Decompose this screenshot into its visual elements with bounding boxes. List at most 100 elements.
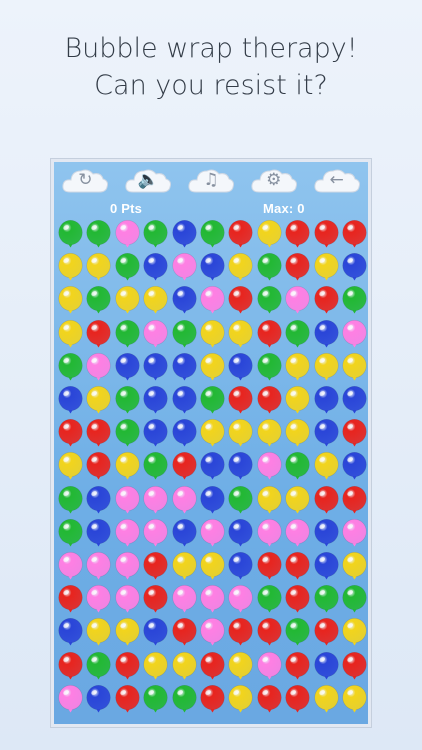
back-button[interactable]: ← — [312, 165, 362, 195]
balloon-blue[interactable] — [143, 618, 168, 646]
balloon-blue[interactable] — [313, 386, 339, 414]
balloon-yellow[interactable] — [313, 253, 339, 281]
balloon-green[interactable] — [143, 684, 168, 713]
balloon-yellow[interactable] — [313, 452, 339, 480]
balloon-yellow[interactable] — [115, 286, 140, 314]
balloon-red[interactable] — [58, 651, 83, 680]
balloon-pink[interactable] — [115, 518, 140, 547]
balloon-red[interactable] — [285, 253, 310, 281]
balloon-green[interactable] — [58, 518, 83, 547]
balloon-green[interactable] — [200, 220, 225, 248]
balloon-green[interactable] — [115, 386, 140, 414]
balloon-yellow[interactable] — [342, 352, 367, 381]
balloon-yellow[interactable] — [143, 286, 168, 314]
balloon-green[interactable] — [143, 452, 168, 480]
balloon-blue[interactable] — [313, 518, 339, 547]
balloon-blue[interactable] — [143, 419, 168, 447]
balloon-blue[interactable] — [171, 419, 197, 447]
balloon-yellow[interactable] — [200, 352, 225, 381]
balloon-blue[interactable] — [228, 452, 253, 480]
balloon-red[interactable] — [285, 585, 310, 613]
balloon-pink[interactable] — [200, 518, 225, 547]
balloon-pink[interactable] — [257, 452, 282, 480]
balloon-blue[interactable] — [143, 352, 168, 381]
balloon-pink[interactable] — [86, 552, 111, 580]
balloon-green[interactable] — [171, 319, 197, 348]
balloon-yellow[interactable] — [257, 419, 282, 447]
balloon-red[interactable] — [257, 319, 282, 348]
balloon-green[interactable] — [86, 286, 111, 314]
balloon-blue[interactable] — [228, 552, 253, 580]
balloon-pink[interactable] — [228, 585, 253, 613]
balloon-pink[interactable] — [58, 552, 83, 580]
balloon-blue[interactable] — [171, 386, 197, 414]
balloon-red[interactable] — [171, 618, 197, 646]
balloon-blue[interactable] — [313, 419, 339, 447]
balloon-red[interactable] — [257, 386, 282, 414]
balloon-blue[interactable] — [228, 352, 253, 381]
balloon-green[interactable] — [285, 452, 310, 480]
balloon-red[interactable] — [115, 684, 140, 713]
sound-button[interactable]: 🔈 — [123, 165, 173, 195]
balloon-yellow[interactable] — [285, 352, 310, 381]
balloon-pink[interactable] — [115, 585, 140, 613]
balloon-pink[interactable] — [342, 518, 367, 547]
balloon-red[interactable] — [313, 485, 339, 514]
balloon-red[interactable] — [257, 618, 282, 646]
balloon-red[interactable] — [257, 552, 282, 580]
balloon-yellow[interactable] — [257, 220, 282, 248]
balloon-red[interactable] — [86, 419, 111, 447]
balloon-yellow[interactable] — [58, 286, 83, 314]
balloon-yellow[interactable] — [342, 618, 367, 646]
balloon-blue[interactable] — [313, 552, 339, 580]
balloon-green[interactable] — [115, 253, 140, 281]
balloon-green[interactable] — [257, 352, 282, 381]
balloon-red[interactable] — [115, 651, 140, 680]
balloon-red[interactable] — [313, 286, 339, 314]
balloon-blue[interactable] — [58, 386, 83, 414]
balloon-red[interactable] — [86, 452, 111, 480]
balloon-pink[interactable] — [143, 319, 168, 348]
balloon-blue[interactable] — [342, 386, 367, 414]
balloon-yellow[interactable] — [171, 552, 197, 580]
balloon-red[interactable] — [257, 684, 282, 713]
balloon-yellow[interactable] — [285, 419, 310, 447]
balloon-pink[interactable] — [143, 518, 168, 547]
balloon-pink[interactable] — [200, 618, 225, 646]
balloon-yellow[interactable] — [58, 253, 83, 281]
balloon-pink[interactable] — [257, 651, 282, 680]
balloon-yellow[interactable] — [143, 651, 168, 680]
balloon-red[interactable] — [143, 552, 168, 580]
balloon-yellow[interactable] — [86, 618, 111, 646]
balloon-blue[interactable] — [171, 286, 197, 314]
balloon-yellow[interactable] — [228, 419, 253, 447]
balloon-yellow[interactable] — [228, 253, 253, 281]
balloon-blue[interactable] — [171, 220, 197, 248]
balloon-yellow[interactable] — [200, 552, 225, 580]
balloon-red[interactable] — [313, 618, 339, 646]
balloon-red[interactable] — [285, 651, 310, 680]
balloon-blue[interactable] — [342, 253, 367, 281]
balloon-pink[interactable] — [200, 286, 225, 314]
balloon-red[interactable] — [228, 386, 253, 414]
restart-button[interactable]: ↻ — [60, 165, 110, 195]
balloon-pink[interactable] — [86, 585, 111, 613]
balloon-green[interactable] — [257, 585, 282, 613]
balloon-yellow[interactable] — [257, 485, 282, 514]
balloon-red[interactable] — [285, 220, 310, 248]
balloon-red[interactable] — [342, 485, 367, 514]
balloon-yellow[interactable] — [342, 552, 367, 580]
balloon-red[interactable] — [342, 220, 367, 248]
balloon-blue[interactable] — [342, 452, 367, 480]
balloon-red[interactable] — [171, 452, 197, 480]
balloon-red[interactable] — [200, 684, 225, 713]
balloon-yellow[interactable] — [228, 319, 253, 348]
balloon-blue[interactable] — [58, 618, 83, 646]
balloon-blue[interactable] — [200, 253, 225, 281]
balloon-green[interactable] — [228, 485, 253, 514]
balloon-pink[interactable] — [58, 684, 83, 713]
balloon-pink[interactable] — [342, 319, 367, 348]
balloon-yellow[interactable] — [115, 618, 140, 646]
balloon-yellow[interactable] — [342, 684, 367, 713]
balloon-yellow[interactable] — [86, 386, 111, 414]
